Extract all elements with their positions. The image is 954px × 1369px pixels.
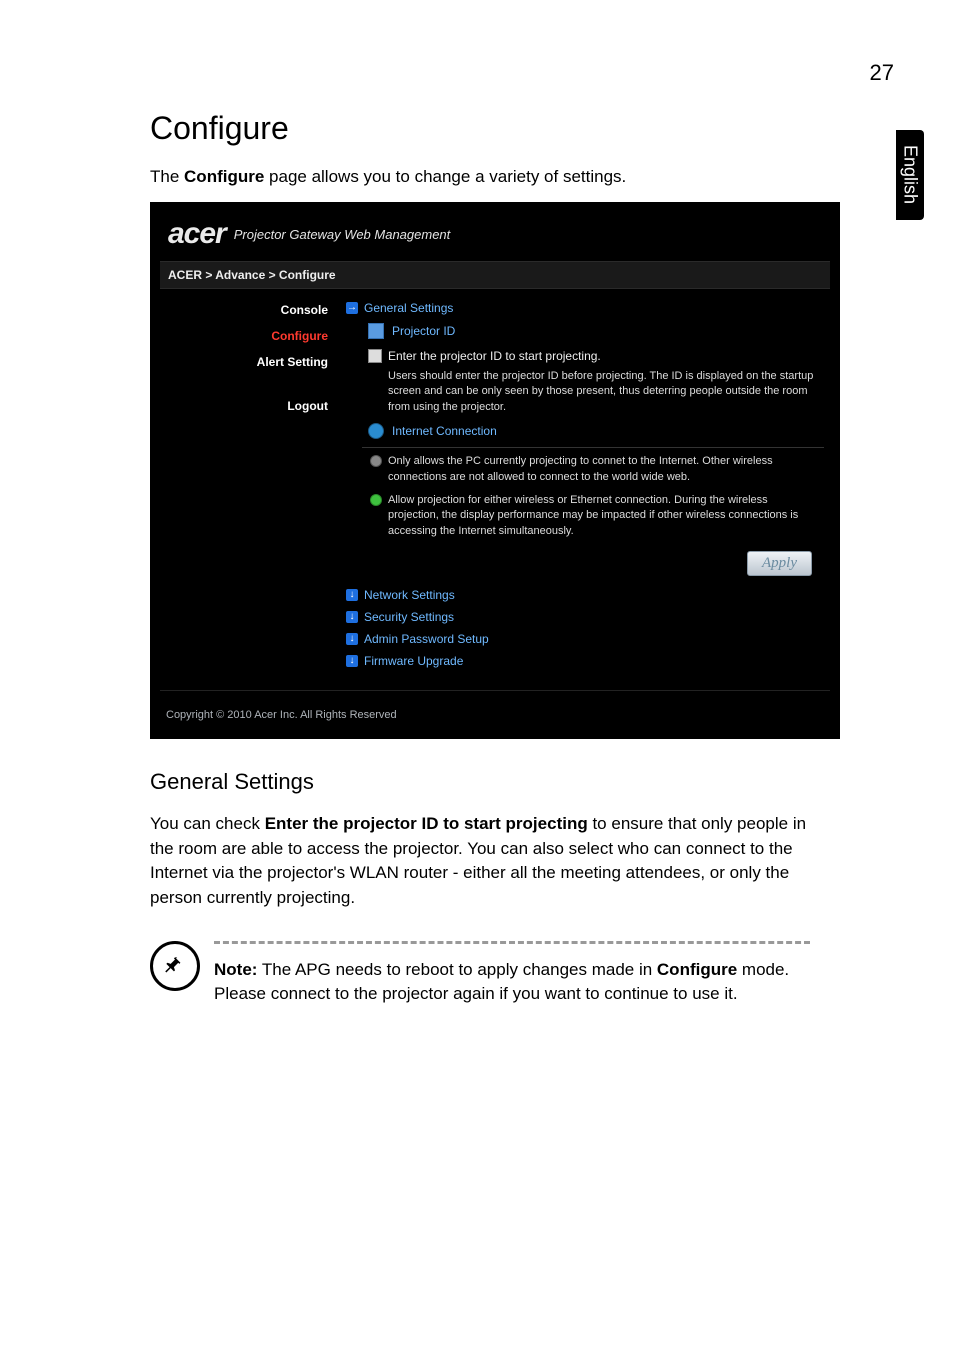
pin-icon [150,941,200,991]
webui-subtitle: Projector Gateway Web Management [234,227,451,242]
body-bold: Enter the projector ID to start projecti… [265,814,588,833]
acer-logo: acer [168,217,226,251]
subhead-projector-id-label: Projector ID [392,324,455,338]
collapse-icon: ↓ [346,633,358,645]
collapse-icon: ↓ [346,611,358,623]
note-block: Note: The APG needs to reboot to apply c… [150,941,810,1007]
intro-bold: Configure [184,167,264,186]
note-text: Note: The APG needs to reboot to apply c… [214,958,810,1007]
collapse-icon: ↓ [346,655,358,667]
subhead-internet-label: Internet Connection [392,424,497,438]
apply-row: Apply [344,543,824,584]
group-general-label: General Settings [364,301,453,315]
note-divider [214,941,810,944]
intro-pre: The [150,167,184,186]
divider [362,447,824,448]
radio-only-current-pc[interactable]: Only allows the PC currently projecting … [344,450,824,489]
subhead-internet-connection: Internet Connection [362,419,824,443]
webui-sidebar: Console Configure Alert Setting Logout [160,293,340,676]
subhead-projector-id: Projector ID [362,319,824,343]
webui-body: Console Configure Alert Setting Logout →… [160,293,830,676]
group-firmware-upgrade[interactable]: ↓ Firmware Upgrade [344,650,824,672]
page-number: 27 [870,60,894,86]
checkbox-enter-projector-id[interactable]: Enter the projector ID to start projecti… [344,343,824,365]
language-tab-label: English [900,145,921,204]
expand-icon: → [346,302,358,314]
webui-screenshot: acer Projector Gateway Web Management AC… [150,202,840,739]
language-tab: English [896,130,924,220]
checkbox-detail: Users should enter the projector ID befo… [344,365,824,419]
globe-icon [368,423,384,439]
body-paragraph: You can check Enter the projector ID to … [150,812,810,911]
group-security-label: Security Settings [364,610,454,624]
radio-allow-either[interactable]: Allow projection for either wireless or … [344,489,824,543]
apply-button[interactable]: Apply [747,551,812,576]
breadcrumb: ACER > Advance > Configure [160,261,830,289]
sidebar-item-alert[interactable]: Alert Setting [160,349,340,375]
group-security-settings[interactable]: ↓ Security Settings [344,606,824,628]
group-firmware-label: Firmware Upgrade [364,654,463,668]
group-network-label: Network Settings [364,588,455,602]
sidebar-item-console[interactable]: Console [160,297,340,323]
group-admin-password[interactable]: ↓ Admin Password Setup [344,628,824,650]
note-label: Note: [214,960,257,979]
intro-text: The Configure page allows you to change … [150,167,904,187]
page-title: Configure [150,110,904,147]
intro-post: page allows you to change a variety of s… [264,167,626,186]
webui-footer: Copyright © 2010 Acer Inc. All Rights Re… [160,690,830,729]
subsection-general-settings: General Settings [150,769,904,795]
note-part1: The APG needs to reboot to apply changes… [257,960,656,979]
webui-header: acer Projector Gateway Web Management [160,217,830,261]
body-pre: You can check [150,814,265,833]
group-admin-label: Admin Password Setup [364,632,489,646]
sidebar-item-configure[interactable]: Configure [160,323,340,349]
collapse-icon: ↓ [346,589,358,601]
webui-content: → General Settings Projector ID Enter th… [340,293,830,676]
sidebar-item-logout[interactable]: Logout [160,393,340,419]
group-general-settings[interactable]: → General Settings [344,297,824,319]
group-network-settings[interactable]: ↓ Network Settings [344,584,824,606]
note-bold: Configure [657,960,737,979]
projector-id-icon [368,323,384,339]
